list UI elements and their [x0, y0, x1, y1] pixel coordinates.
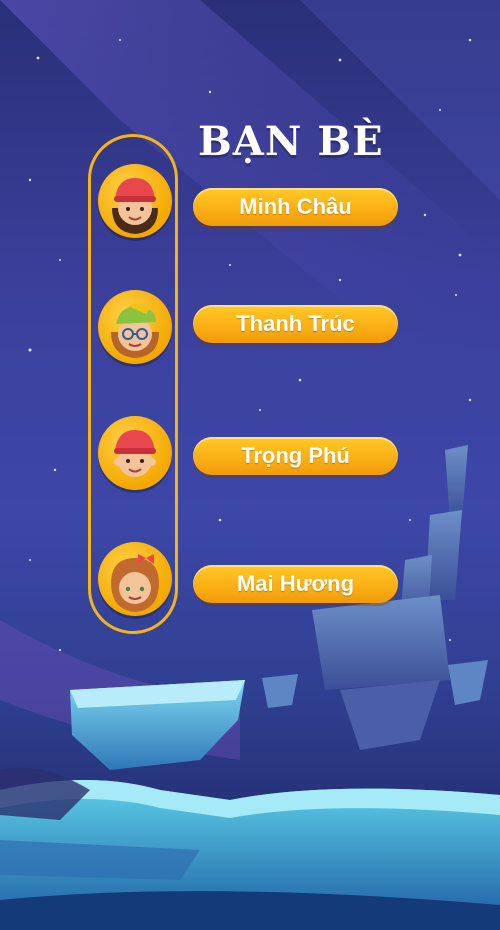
friend-button-minh-chau[interactable]: Minh Châu — [193, 188, 398, 226]
avatar-thanh-truc[interactable] — [98, 290, 172, 364]
avatar-mai-huong[interactable] — [98, 542, 172, 616]
avatar-minh-chau[interactable] — [98, 164, 172, 238]
friend-button-mai-huong[interactable]: Mai Hương — [193, 565, 398, 603]
girl-red-bow-icon — [111, 554, 159, 612]
girl-green-cap-glasses-icon — [111, 303, 159, 358]
friend-button-trong-phu[interactable]: Trọng Phú — [193, 437, 398, 475]
friend-button-thanh-truc[interactable]: Thanh Trúc — [193, 305, 398, 343]
avatar-trong-phu[interactable] — [98, 416, 172, 490]
girl-red-beanie-icon — [112, 178, 158, 234]
boy-red-beanie-icon — [114, 430, 156, 477]
page-title: BẠN BÈ — [198, 118, 384, 165]
